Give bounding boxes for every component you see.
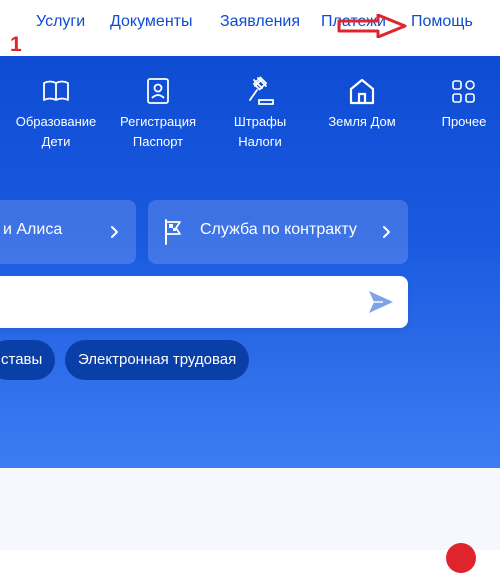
category-label: Регистрация Паспорт xyxy=(120,114,196,149)
book-icon xyxy=(43,80,69,101)
search-bar xyxy=(0,276,408,328)
grid-icon xyxy=(452,80,475,103)
house-icon xyxy=(349,78,375,105)
quick-card-alice[interactable]: и Алиса xyxy=(0,200,136,264)
nav-link-services[interactable]: Услуги xyxy=(36,13,85,31)
send-icon[interactable] xyxy=(367,289,395,315)
nav-link-help[interactable]: Помощь xyxy=(411,13,473,31)
category-fines[interactable]: Штрафы Налоги xyxy=(210,76,310,152)
quick-card-label: Служба по контракту xyxy=(200,221,357,238)
category-other[interactable]: Прочее xyxy=(414,76,500,132)
annotation-number: 1 xyxy=(10,33,22,56)
category-label: Прочее xyxy=(441,114,487,129)
chat-widget-button[interactable] xyxy=(446,543,476,573)
chip-electronic-workbook[interactable]: Электронная трудовая xyxy=(65,340,250,380)
category-label: Штрафы Налоги xyxy=(233,114,287,149)
content-area xyxy=(0,468,500,550)
nav-link-documents[interactable]: Документы xyxy=(110,13,192,31)
quick-card-label: и Алиса xyxy=(3,221,63,238)
hero-section: Образование Дети Регистрация Паспорт Штр… xyxy=(0,56,500,468)
top-navigation: Услуги Документы Заявления Платежи Помощ… xyxy=(0,0,500,56)
chevron-right-icon xyxy=(111,226,118,238)
search-input[interactable] xyxy=(14,290,348,316)
id-card-icon xyxy=(147,78,169,104)
annotation-arrow-icon xyxy=(337,14,407,38)
category-registration[interactable]: Регистрация Паспорт xyxy=(108,76,208,152)
category-education[interactable]: Образование Дети xyxy=(6,76,106,152)
gavel-icon xyxy=(249,76,274,105)
chevron-right-icon xyxy=(383,226,390,238)
category-land-house[interactable]: Земля Дом xyxy=(312,76,412,132)
flag-icon xyxy=(165,219,181,245)
chip-suggestion[interactable]: ставы xyxy=(0,340,56,380)
category-label: Образование Дети xyxy=(15,114,97,149)
quick-card-contract-service[interactable]: Служба по контракту xyxy=(148,200,408,264)
category-label: Земля Дом xyxy=(328,114,396,129)
nav-link-applications[interactable]: Заявления xyxy=(220,13,300,31)
